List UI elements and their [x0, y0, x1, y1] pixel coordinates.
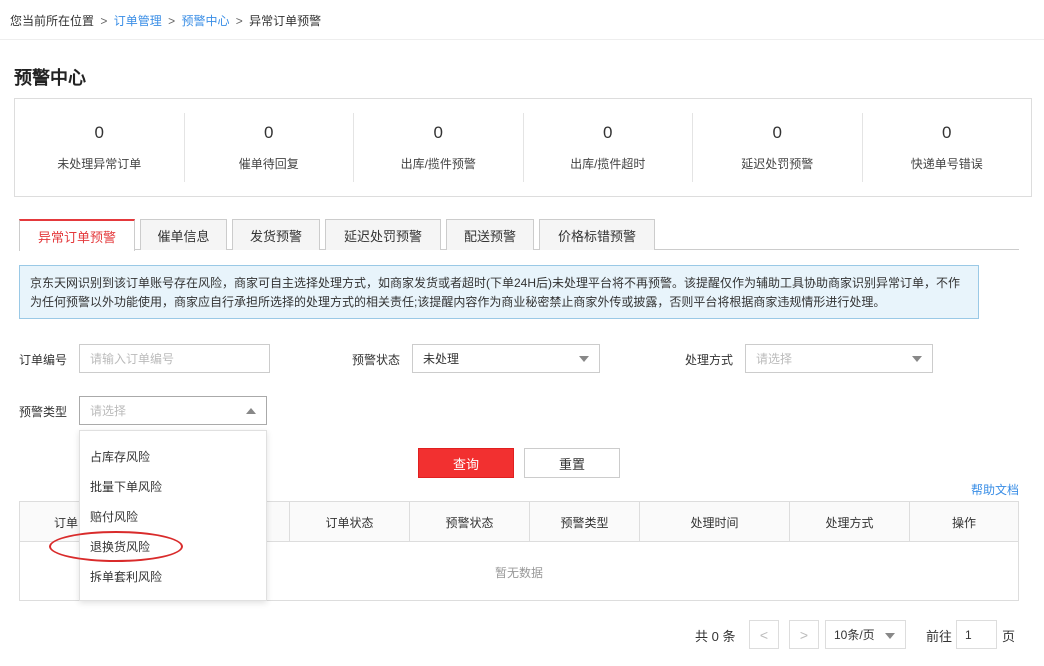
column-handle-time: 处理时间: [640, 502, 790, 542]
breadcrumb-separator: >: [235, 14, 243, 28]
alert-type-select[interactable]: 请选择: [79, 396, 267, 425]
help-doc-link[interactable]: 帮助文档: [971, 481, 1019, 498]
tab-abnormal-order-alert[interactable]: 异常订单预警: [19, 219, 135, 251]
chevron-down-icon: [885, 633, 895, 639]
order-no-placeholder: 请输入订单编号: [90, 352, 175, 366]
stat-unhandled-orders[interactable]: 0 未处理异常订单: [15, 113, 185, 182]
order-no-label: 订单编号: [19, 353, 68, 367]
stat-value: 0: [433, 123, 443, 142]
handle-method-select[interactable]: 请选择: [745, 344, 933, 373]
tab-bar: 异常订单预警 催单信息 发货预警 延迟处罚预警 配送预警 价格标错预警: [19, 219, 1019, 251]
option-compensation-risk[interactable]: 赔付风险: [80, 501, 266, 531]
goto-label: 前往: [926, 629, 953, 644]
stat-reminder-pending[interactable]: 0 催单待回复: [185, 113, 354, 182]
option-bulk-order-risk[interactable]: 批量下单风险: [80, 471, 266, 501]
next-page-button[interactable]: >: [789, 620, 819, 649]
risk-notice: 京东天网识别到该订单账号存在风险，商家可自主选择处理方式，如商家发货或者超时(下…: [19, 265, 979, 319]
option-inventory-risk[interactable]: 占库存风险: [80, 441, 266, 471]
reset-button[interactable]: 重置: [524, 448, 620, 478]
alert-status-select[interactable]: 未处理: [412, 344, 600, 373]
goto-page-input[interactable]: 1: [956, 620, 997, 649]
stats-panel: 0 未处理异常订单 0 催单待回复 0 出库/揽件预警 0 出库/揽件超时 0 …: [14, 98, 1032, 197]
stat-label: 出库/揽件超时: [570, 157, 646, 171]
stat-label: 延迟处罚预警: [741, 157, 814, 171]
stat-outbound-timeout[interactable]: 0 出库/揽件超时: [524, 113, 693, 182]
breadcrumb-separator: >: [100, 14, 108, 28]
stat-delay-penalty[interactable]: 0 延迟处罚预警: [693, 113, 863, 182]
chevron-left-icon: <: [759, 626, 769, 643]
breadcrumb-link-alert-center[interactable]: 预警中心: [181, 14, 229, 28]
stat-value: 0: [772, 123, 782, 142]
stat-value: 0: [603, 123, 613, 142]
stat-label: 催单待回复: [238, 157, 299, 171]
column-actions: 操作: [951, 515, 976, 530]
stat-value: 0: [94, 123, 104, 142]
tab-shipping-alert[interactable]: 发货预警: [232, 219, 320, 250]
tab-delay-penalty-alert[interactable]: 延迟处罚预警: [325, 219, 441, 250]
handle-method-placeholder: 请选择: [756, 352, 793, 366]
pagination-total: 共 0 条: [695, 629, 736, 644]
stat-value: 0: [942, 123, 952, 142]
breadcrumb-separator: >: [168, 14, 176, 28]
breadcrumb-current: 异常订单预警: [249, 14, 322, 28]
alert-type-label: 预警类型: [19, 405, 68, 419]
stat-label: 快递单号错误: [910, 157, 983, 171]
tab-reminder-info[interactable]: 催单信息: [140, 219, 227, 250]
page-title: 预警中心: [14, 68, 86, 88]
page-size-value: 10条/页: [834, 628, 875, 642]
chevron-right-icon: >: [799, 626, 809, 643]
tab-price-error-alert[interactable]: 价格标错预警: [539, 219, 655, 250]
prev-page-button[interactable]: <: [749, 620, 779, 649]
chevron-down-icon: [912, 356, 922, 362]
alert-type-placeholder: 请选择: [90, 404, 127, 418]
page-size-select[interactable]: 10条/页: [825, 620, 906, 649]
stat-label: 出库/揽件预警: [400, 157, 476, 171]
stat-label: 未处理异常订单: [57, 157, 142, 171]
order-no-input[interactable]: 请输入订单编号: [79, 344, 270, 373]
query-button[interactable]: 查询: [418, 448, 514, 478]
stat-value: 0: [264, 123, 274, 142]
handle-method-label: 处理方式: [685, 353, 734, 367]
column-alert-type: 预警类型: [530, 502, 640, 542]
column-alert-status: 预警状态: [410, 502, 530, 542]
tab-delivery-alert[interactable]: 配送预警: [446, 219, 534, 250]
alert-status-label: 预警状态: [352, 353, 401, 367]
page-suffix: 页: [1002, 629, 1016, 644]
alert-status-value: 未处理: [423, 352, 460, 366]
stat-outbound-alert[interactable]: 0 出库/揽件预警: [354, 113, 524, 182]
breadcrumb-link-order-management[interactable]: 订单管理: [114, 14, 162, 28]
column-order-status: 订单状态: [290, 502, 410, 542]
option-return-exchange-risk[interactable]: 退换货风险: [80, 531, 266, 561]
breadcrumb-prefix: 您当前所在位置: [10, 14, 95, 28]
option-split-order-arbitrage-risk[interactable]: 拆单套利风险: [80, 561, 266, 591]
chevron-up-icon: [246, 408, 256, 414]
alert-type-dropdown: 占库存风险 批量下单风险 赔付风险 退换货风险 拆单套利风险: [79, 430, 267, 601]
stat-tracking-error[interactable]: 0 快递单号错误: [863, 113, 1032, 182]
column-handle-method: 处理方式: [790, 502, 910, 542]
breadcrumb: 您当前所在位置 > 订单管理 > 预警中心 > 异常订单预警: [0, 0, 1044, 40]
chevron-down-icon: [579, 356, 589, 362]
